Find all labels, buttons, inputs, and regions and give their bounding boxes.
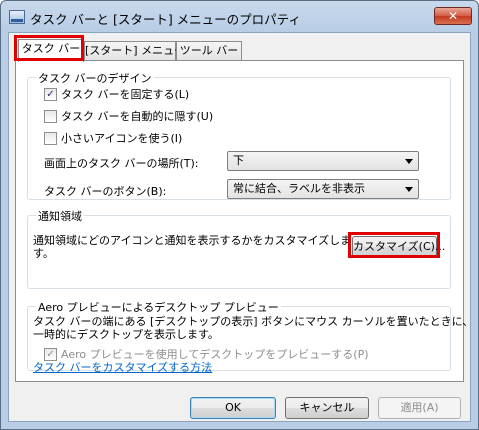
close-button[interactable]: ✕ [434,7,472,25]
checkbox-box[interactable] [44,109,57,123]
location-select[interactable]: 下 [227,151,419,171]
tab-toolbars[interactable]: ツール バー [176,41,242,61]
chevron-down-icon [405,187,413,192]
notification-group-label: 通知領域 [36,208,84,224]
apply-button[interactable]: 適用(A) [378,397,461,419]
aero-description-cont: 一時的にデスクトップを表示します。 [33,328,219,341]
apply-button-label: 適用(A) [400,401,439,414]
customize-button[interactable]: カスタマイズ(C)... [352,236,445,258]
tab-panel: タスク バーのデザイン ✓ タスク バーを固定する(L) タスク バーを自動的に隠… [15,60,473,382]
taskbar-icon [9,10,25,24]
tab-taskbar[interactable]: タスク バー [18,39,84,62]
dialog-client: タスク バー [スタート] メニュー ツール バー タスク バーのデザイン ✓ タ… [8,32,473,422]
tab-label: ツール バー [179,44,239,57]
lock-taskbar-checkbox[interactable]: ✓ タスク バーを固定する(L) [44,87,189,103]
help-link[interactable]: タスク バーをカスタマイズする方法 [33,359,212,375]
small-icons-checkbox[interactable]: 小さいアイコンを使う(I) [44,131,182,147]
cancel-button[interactable]: キャンセル [285,397,369,419]
close-icon: ✕ [447,9,459,23]
ok-button[interactable]: OK [190,397,276,419]
chevron-down-icon [405,159,413,164]
title-bar[interactable]: タスク バーと [スタート] メニューのプロパティ ✕ [1,1,478,33]
window-title: タスク バーと [スタート] メニューのプロパティ [30,12,301,27]
ok-button-label: OK [225,401,241,414]
tab-strip: タスク バー [スタート] メニュー ツール バー [15,39,465,62]
properties-window: タスク バーと [スタート] メニューのプロパティ ✕ タスク バー [スタート… [0,0,479,430]
tab-label: [スタート] メニュー [85,44,186,57]
checkbox-box[interactable] [44,131,57,145]
cancel-button-label: キャンセル [299,401,355,414]
customize-button-label: カスタマイズ(C)... [353,240,446,253]
tab-start-menu[interactable]: [スタート] メニュー [84,41,185,61]
checkbox-label: 小さいアイコンを使う(I) [61,132,183,145]
location-label: 画面上のタスク バーの場所(T): [44,157,199,170]
checkbox-box[interactable]: ✓ [44,87,57,101]
checkbox-label: タスク バーを自動的に隠す(U) [61,110,214,123]
design-group-label: タスク バーのデザイン [36,70,154,86]
aero-group-label: Aero プレビューによるデスクトップ プレビュー [36,299,281,315]
location-select-value: 下 [233,154,244,167]
buttons-select-value: 常に結合、ラベルを非表示 [233,182,365,195]
aero-description: タスク バーの端にある [デスクトップの表示] ボタンにマウス カーソルを置いた… [33,315,474,328]
tab-label: タスク バー [21,42,81,55]
notification-description-cont: す。 [33,247,54,260]
buttons-label: タスク バーのボタン(B): [44,185,167,198]
notification-description: 通知領域にどのアイコンと通知を表示するかをカスタマイズしま [33,234,352,247]
buttons-select[interactable]: 常に結合、ラベルを非表示 [227,179,419,199]
auto-hide-checkbox[interactable]: タスク バーを自動的に隠す(U) [44,109,213,125]
checkbox-label: タスク バーを固定する(L) [61,88,190,101]
